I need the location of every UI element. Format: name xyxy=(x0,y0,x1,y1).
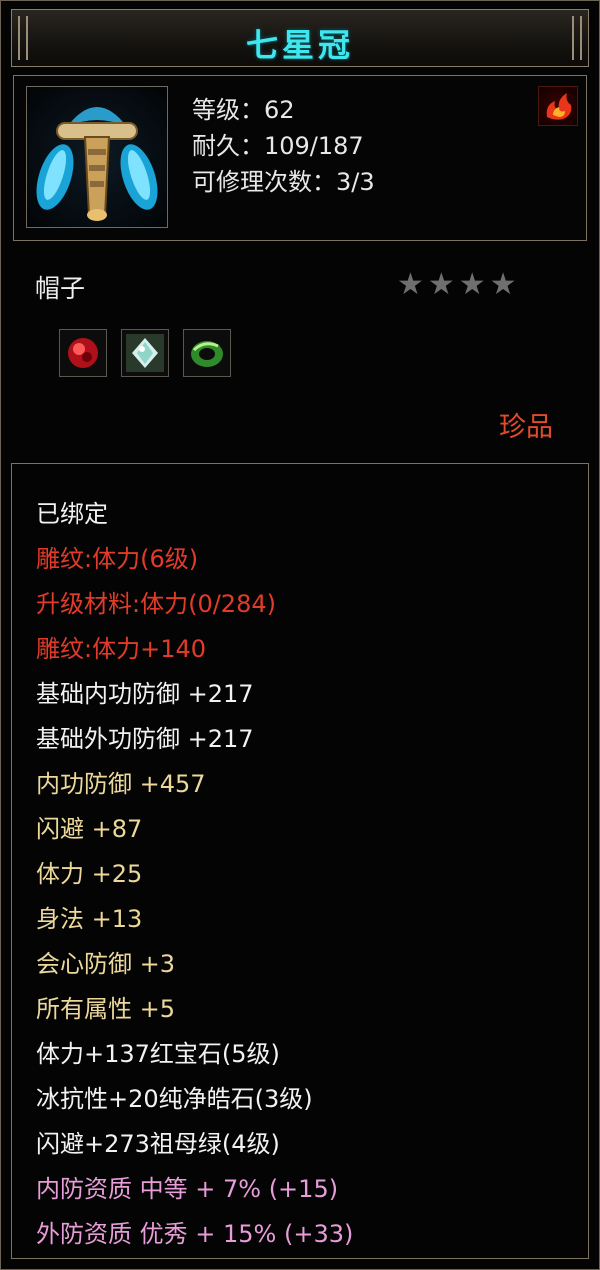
diamond-gem-icon xyxy=(121,329,169,377)
attr-stamina: 体力 +25 xyxy=(36,860,143,888)
attr-base-outer-defense: 基础外功防御 +217 xyxy=(36,725,254,753)
attr-agility: 身法 +13 xyxy=(36,905,143,933)
title-bar: 七星冠 xyxy=(11,9,589,67)
attr-diamond-socket: 冰抗性+20纯净皓石(3级) xyxy=(36,1085,313,1113)
attr-bound: 已绑定 xyxy=(36,500,108,528)
flame-icon xyxy=(538,86,578,126)
attr-inner-aptitude: 内防资质 中等 + 7% (+15) xyxy=(36,1175,339,1203)
emerald-gem-icon xyxy=(183,329,231,377)
item-level: 等级：62 xyxy=(192,96,295,124)
attr-emerald-socket: 闪避+273祖母绿(4级) xyxy=(36,1130,280,1158)
attr-ruby-socket: 体力+137红宝石(5级) xyxy=(36,1040,280,1068)
crown-item-icon xyxy=(26,86,168,228)
attr-upgrade-material: 升级材料:体力(0/284) xyxy=(36,590,276,618)
item-durability: 耐久：109/187 xyxy=(192,132,364,160)
star-rating: ★★★★ xyxy=(397,267,521,302)
item-tooltip: 七星冠 等级：62 耐久：109/187 可修理次数：3/3 帽子 ★★★★ 珍… xyxy=(0,0,600,1270)
attr-dodge: 闪避 +87 xyxy=(36,815,143,843)
attr-engrave-level: 雕纹:体力(6级) xyxy=(36,545,199,573)
item-type: 帽子 xyxy=(35,274,86,303)
item-grade: 珍品 xyxy=(499,412,553,443)
attr-outer-aptitude: 外防资质 优秀 + 15% (+33) xyxy=(36,1220,354,1248)
item-repair-count: 可修理次数：3/3 xyxy=(192,168,375,196)
attr-engrave-bonus: 雕纹:体力+140 xyxy=(36,635,207,663)
ruby-gem-icon xyxy=(59,329,107,377)
attribute-panel: 已绑定 雕纹:体力(6级) 升级材料:体力(0/284) 雕纹:体力+140 基… xyxy=(11,463,589,1259)
attr-all-stats: 所有属性 +5 xyxy=(36,995,176,1023)
attr-inner-defense: 内功防御 +457 xyxy=(36,770,206,798)
attr-base-inner-defense: 基础内功防御 +217 xyxy=(36,680,254,708)
item-name: 七星冠 xyxy=(245,26,354,64)
attr-crit-defense: 会心防御 +3 xyxy=(36,950,176,978)
item-header-panel: 等级：62 耐久：109/187 可修理次数：3/3 xyxy=(13,75,587,241)
